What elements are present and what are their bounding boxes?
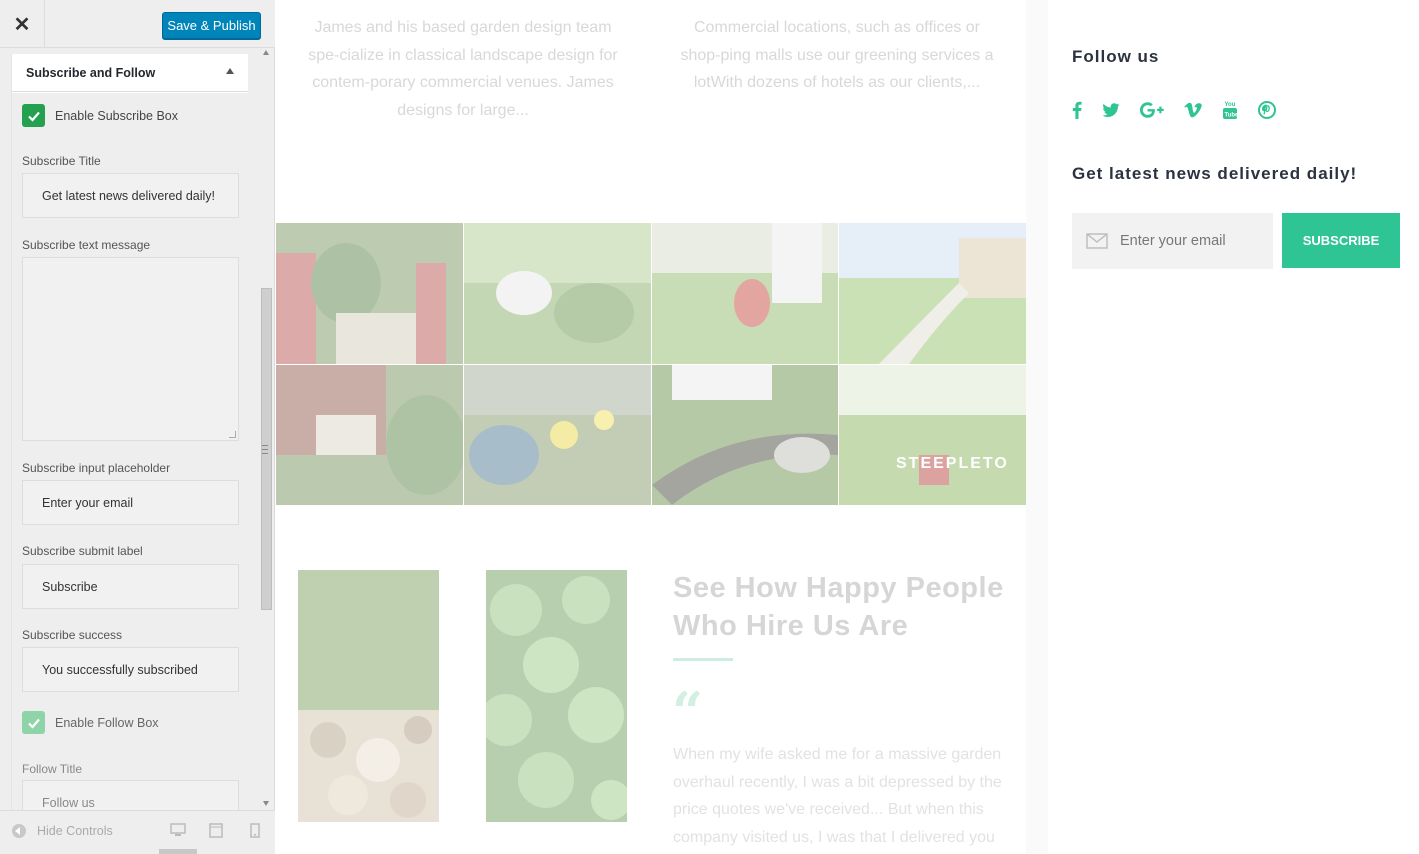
input-placeholder-label: Subscribe input placeholder <box>22 461 171 475</box>
desktop-preview-icon[interactable] <box>170 823 186 842</box>
subscribe-follow-widget: Follow us You Tube Get latest news deliv… <box>1048 0 1419 854</box>
subscribe-title: Get latest news delivered daily! <box>1072 164 1358 183</box>
enable-follow-checkbox[interactable] <box>22 711 45 734</box>
section-controls: Enable Subscribe Box Subscribe Title Get… <box>12 93 248 810</box>
post-excerpt-left: James and his based garden design team s… <box>308 19 618 119</box>
section-title: Subscribe and Follow <box>26 66 156 80</box>
subscribe-success-label: Subscribe success <box>22 628 123 642</box>
scroll-down-arrow-icon[interactable] <box>263 801 269 806</box>
gallery-tile[interactable] <box>464 365 651 505</box>
close-icon: ✕ <box>13 13 31 36</box>
resize-handle-icon[interactable] <box>229 431 236 438</box>
heading-divider <box>673 658 733 661</box>
post-excerpt-right: Commercial locations, such as offices or… <box>680 19 994 91</box>
enable-follow-row[interactable]: Enable Follow Box <box>22 711 159 734</box>
gallery-tile[interactable] <box>276 365 463 505</box>
subscribe-text-textarea[interactable] <box>22 257 239 441</box>
customizer-section-panel: Subscribe and Follow Enable Subscribe Bo… <box>11 54 248 810</box>
email-placeholder: Enter your email <box>1120 233 1226 249</box>
testimonial-heading-text: See How Happy People Who Hire Us Are <box>673 572 1004 642</box>
social-links: You Tube <box>1072 100 1296 120</box>
close-button[interactable]: ✕ <box>0 0 45 48</box>
subscribe-email-input[interactable]: Enter your email <box>1072 213 1273 269</box>
gallery-tile[interactable] <box>276 223 463 364</box>
active-device-indicator <box>159 849 197 854</box>
mobile-preview-icon[interactable] <box>250 823 260 843</box>
submit-label-input[interactable]: Subscribe <box>22 564 239 609</box>
scroll-up-arrow-icon[interactable] <box>263 50 269 55</box>
subscribe-title-input[interactable]: Get latest news delivered daily! <box>22 173 239 218</box>
follow-title-label: Follow Title <box>22 762 83 776</box>
quote-icon: “ <box>672 680 704 744</box>
customizer-screen: ✕ Save & Publish Subscribe and Follow En… <box>0 0 1419 854</box>
google-plus-icon[interactable] <box>1140 102 1164 118</box>
tablet-preview-icon[interactable] <box>209 823 223 843</box>
sidebar-scrollbar[interactable] <box>258 48 274 810</box>
testimonial-heading: See How Happy People Who Hire Us Are <box>673 569 1013 645</box>
collapse-circle-icon <box>12 824 26 838</box>
facebook-icon[interactable] <box>1072 101 1082 119</box>
subscribe-success-input[interactable]: You successfully subscribed <box>22 647 239 692</box>
subscribe-button[interactable]: SUBSCRIBE <box>1282 213 1400 268</box>
checkmark-icon <box>27 718 40 729</box>
customizer-footer: Hide Controls <box>0 810 275 854</box>
pinterest-icon[interactable] <box>1258 101 1276 119</box>
content-column: James and his based garden design team s… <box>275 0 1026 854</box>
gallery-tile[interactable] <box>652 223 838 364</box>
customizer-header: ✕ Save & Publish <box>0 0 275 48</box>
testimonial-image-cactus <box>486 570 627 822</box>
youtube-icon[interactable]: You Tube <box>1222 100 1238 120</box>
hide-controls-label: Hide Controls <box>37 824 113 838</box>
enable-subscribe-checkbox[interactable] <box>22 104 45 127</box>
testimonial-quote: When my wife asked me for a massive gard… <box>673 746 1002 846</box>
follow-us-title: Follow us <box>1072 47 1160 66</box>
column-gutter <box>1026 0 1048 854</box>
sidebar-resize-grip-icon[interactable] <box>262 445 268 454</box>
section-header[interactable]: Subscribe and Follow <box>12 54 248 92</box>
project-gallery: STEEPLETO <box>276 223 1026 505</box>
gallery-tile[interactable] <box>839 223 1026 364</box>
enable-subscribe-label: Enable Subscribe Box <box>55 108 178 123</box>
collapse-arrow-icon[interactable] <box>226 68 234 74</box>
checkmark-icon <box>27 111 40 122</box>
customizer-sidebar: ✕ Save & Publish Subscribe and Follow En… <box>0 0 275 854</box>
enable-follow-label: Enable Follow Box <box>55 715 159 730</box>
submit-label-label: Subscribe submit label <box>22 544 143 558</box>
gallery-tile[interactable] <box>839 365 1026 505</box>
subscribe-title-label: Subscribe Title <box>22 154 101 168</box>
mail-icon <box>1086 233 1108 249</box>
site-preview: James and his based garden design team s… <box>275 0 1419 854</box>
gallery-tile[interactable] <box>652 365 838 505</box>
testimonial-image-pebbles <box>298 570 439 822</box>
gallery-caption: STEEPLETO <box>896 455 1009 472</box>
vimeo-icon[interactable] <box>1184 102 1202 118</box>
subscribe-text-label: Subscribe text message <box>22 238 151 252</box>
twitter-icon[interactable] <box>1102 102 1120 118</box>
input-placeholder-input[interactable]: Enter your email <box>22 480 239 525</box>
svg-text:Tube: Tube <box>1225 113 1239 119</box>
hide-controls-button[interactable]: Hide Controls <box>12 824 113 838</box>
gallery-tile[interactable] <box>464 223 651 364</box>
enable-subscribe-row[interactable]: Enable Subscribe Box <box>22 104 178 127</box>
follow-title-input[interactable]: Follow us <box>22 780 239 810</box>
svg-text:You: You <box>1225 102 1236 108</box>
save-publish-button[interactable]: Save & Publish <box>162 12 261 39</box>
